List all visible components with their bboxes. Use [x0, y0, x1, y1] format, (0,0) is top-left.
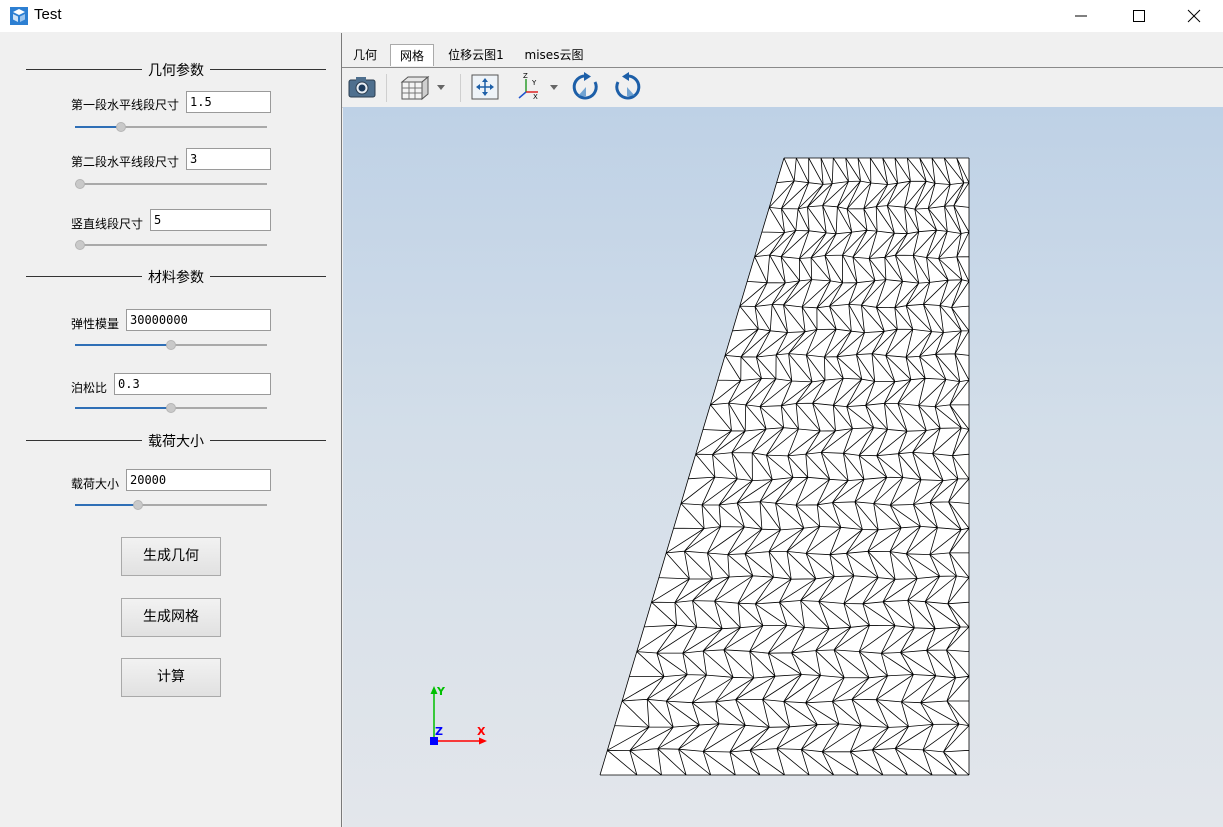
vertical-input[interactable]: 5 — [150, 209, 271, 231]
axes-orientation-dropdown[interactable]: Z Y X — [516, 72, 564, 102]
fit-view-button[interactable] — [470, 72, 500, 102]
minimize-icon — [1075, 15, 1087, 17]
close-button[interactable] — [1165, 0, 1223, 32]
slider-thumb[interactable] — [166, 403, 176, 413]
axes-triad: Y X Z — [430, 685, 487, 745]
title-bar: Test — [0, 0, 1223, 32]
slider-thumb[interactable] — [133, 500, 144, 510]
maximize-icon — [1133, 10, 1145, 22]
view-cube-icon — [400, 75, 445, 101]
load-input[interactable]: 20000 — [126, 469, 271, 491]
view-cube-dropdown[interactable] — [398, 72, 448, 102]
modulus-slider[interactable] — [75, 339, 267, 351]
segment1-slider[interactable] — [75, 121, 267, 133]
maximize-button[interactable] — [1110, 0, 1168, 32]
axes-orientation-icon: Z Y X — [518, 72, 558, 101]
window-title: Test — [34, 6, 62, 23]
view-toolbar: Z Y X — [342, 68, 1223, 108]
load-slider[interactable] — [75, 499, 267, 511]
parameter-panel: 几何参数 第一段水平线段尺寸 1.5 第二段水平线段尺寸 3 竖直线段尺寸 5 … — [0, 33, 341, 827]
view-area: 几何 网格 位移云图1 mises云图 Z Y X Y X Z — [341, 33, 1223, 827]
material-heading: 材料参数 — [142, 270, 210, 286]
minimize-button[interactable] — [1052, 0, 1110, 32]
rotate-cw-icon — [572, 72, 598, 100]
slider-thumb[interactable] — [75, 179, 85, 189]
close-icon — [1187, 9, 1201, 23]
field-label-modulus: 弹性模量 — [71, 317, 120, 331]
geometry-section-header: 几何参数 — [26, 59, 326, 79]
load-heading: 载荷大小 — [142, 434, 210, 450]
generate-mesh-button[interactable]: 生成网格 — [121, 598, 221, 637]
fit-view-icon — [471, 74, 499, 100]
load-section-header: 载荷大小 — [26, 430, 326, 450]
compute-button[interactable]: 计算 — [121, 658, 221, 697]
segment2-input[interactable]: 3 — [186, 148, 271, 170]
poisson-input[interactable]: 0.3 — [114, 373, 271, 395]
segment1-input[interactable]: 1.5 — [186, 91, 271, 113]
tab-displacement[interactable]: 位移云图1 — [440, 44, 512, 66]
rotate-cw-button[interactable] — [571, 72, 601, 102]
axis-z-label: Z — [435, 725, 443, 738]
material-section-header: 材料参数 — [26, 266, 326, 286]
tab-mises[interactable]: mises云图 — [522, 44, 586, 66]
field-label-segment1: 第一段水平线段尺寸 — [71, 98, 180, 112]
svg-text:X: X — [533, 93, 538, 101]
field-label-segment2: 第二段水平线段尺寸 — [71, 155, 180, 169]
geometry-heading: 几何参数 — [142, 63, 210, 79]
rotate-ccw-icon — [615, 72, 641, 100]
camera-icon — [348, 77, 376, 98]
slider-thumb[interactable] — [166, 340, 176, 350]
modulus-input[interactable]: 30000000 — [126, 309, 271, 331]
axis-x-label: X — [477, 725, 486, 738]
app-cube-icon — [10, 7, 28, 25]
poisson-slider[interactable] — [75, 402, 267, 414]
segment2-slider[interactable] — [75, 178, 267, 190]
tab-bar: 几何 网格 位移云图1 mises云图 — [342, 44, 1223, 68]
generate-geometry-button[interactable]: 生成几何 — [121, 537, 221, 576]
vertical-slider[interactable] — [75, 239, 267, 251]
axis-y-label: Y — [436, 685, 446, 698]
svg-text:Z: Z — [523, 72, 528, 80]
rotate-ccw-button[interactable] — [612, 72, 642, 102]
svg-text:Y: Y — [531, 79, 537, 87]
field-label-load: 载荷大小 — [71, 477, 120, 491]
render-viewport[interactable]: Y X Z — [343, 107, 1223, 827]
tab-mesh[interactable]: 网格 — [390, 44, 434, 66]
field-label-poisson: 泊松比 — [71, 381, 108, 395]
slider-thumb[interactable] — [75, 240, 85, 250]
tab-geometry[interactable]: 几何 — [346, 44, 384, 66]
field-label-vertical: 竖直线段尺寸 — [71, 217, 144, 231]
screenshot-button[interactable] — [347, 72, 377, 102]
slider-thumb[interactable] — [116, 122, 127, 132]
